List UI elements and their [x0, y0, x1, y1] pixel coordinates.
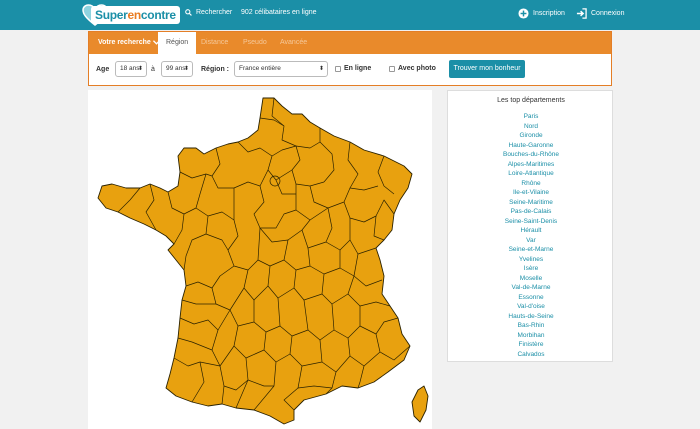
department-link[interactable]: Var [448, 236, 614, 246]
tab-avancee[interactable]: Avancée [272, 32, 315, 54]
search-icon [185, 9, 192, 16]
map-regions[interactable] [97, 97, 429, 425]
france-departments-map[interactable] [88, 90, 432, 429]
department-link[interactable]: Hauts-de-Seine [448, 312, 614, 322]
top-departments-list: Paris Nord Gironde Haute-Garonne Bouches-du-… [448, 112, 614, 359]
top-departments-title: Les top départements [497, 97, 565, 104]
department-link[interactable]: Morbihan [448, 331, 614, 341]
department-link[interactable]: Rhône [448, 179, 614, 189]
department-link[interactable]: Essonne [448, 293, 614, 303]
inscription-link[interactable]: Inscription [518, 8, 565, 19]
top-departments-panel: Les top départements Paris Nord Gironde Hau… [447, 90, 613, 362]
age-min-select[interactable]: 18 ans ⬍ [115, 61, 147, 77]
department-link[interactable]: Calvados [448, 350, 614, 360]
age-min-value: 18 ans [120, 65, 140, 72]
online-checkbox-box[interactable] [335, 65, 341, 72]
department-link[interactable]: Isère [448, 264, 614, 274]
find-match-button[interactable]: Trouver mon bonheur [449, 60, 525, 78]
online-count: 902 célibataires en ligne [241, 9, 317, 16]
logo[interactable]: Superencontre [82, 3, 180, 27]
connexion-link[interactable]: Connexion [576, 8, 624, 19]
select-arrows-icon: ⬍ [137, 66, 143, 72]
tab-region[interactable]: Région [158, 32, 197, 54]
search-tabs: Votre recherche Région Distance Pseudo A… [89, 32, 611, 54]
department-link[interactable]: Val-d'oise [448, 302, 614, 312]
department-link[interactable]: Bas-Rhin [448, 321, 614, 331]
photo-checkbox[interactable]: Avec photo [389, 65, 436, 72]
nav-search-link[interactable]: Rechercher [185, 9, 232, 16]
corsica-outline[interactable] [411, 385, 429, 423]
connexion-label: Connexion [591, 10, 625, 17]
votre-recherche-dropdown[interactable]: Votre recherche [98, 39, 160, 46]
department-link[interactable]: Paris [448, 112, 614, 122]
online-checkbox[interactable]: En ligne [335, 65, 371, 72]
department-link[interactable]: Yvelines [448, 255, 614, 265]
photo-checkbox-box[interactable] [389, 65, 395, 72]
age-max-select[interactable]: 99 ans ⬍ [161, 61, 193, 77]
department-link[interactable]: Haute-Garonne [448, 141, 614, 151]
online-checkbox-label: En ligne [344, 65, 372, 72]
region-select[interactable]: France entière ⬍ [234, 61, 328, 77]
select-arrows-icon: ⬍ [183, 66, 189, 72]
department-link[interactable]: Hérault [448, 226, 614, 236]
department-link[interactable]: Seine-et-Marne [448, 245, 614, 255]
department-link[interactable]: Seine-Maritime [448, 198, 614, 208]
photo-checkbox-label: Avec photo [398, 65, 436, 72]
logo-text-main: Super [95, 8, 128, 22]
department-link[interactable]: Alpes-Maritimes [448, 160, 614, 170]
nav-search-label: Rechercher [196, 9, 233, 16]
inscription-label: Inscription [533, 10, 565, 17]
region-value: France entière [239, 65, 281, 72]
department-link[interactable]: Moselle [448, 274, 614, 284]
department-link[interactable]: Seine-Saint-Denis [448, 217, 614, 227]
age-separator: à [151, 66, 155, 73]
search-panel: Votre recherche Région Distance Pseudo A… [88, 31, 612, 86]
logo-text-accent: en [127, 8, 142, 22]
department-link[interactable]: Pas-de-Calais [448, 207, 614, 217]
votre-recherche-label: Votre recherche [98, 39, 151, 46]
age-label: Age [96, 66, 110, 73]
logo-text: Superencontre [91, 6, 180, 24]
age-max-value: 99 ans [166, 65, 186, 72]
plus-circle-icon [518, 8, 529, 19]
map-panel [88, 90, 432, 429]
logo-text-end: contre [140, 8, 176, 22]
sign-in-icon [576, 8, 587, 19]
department-link[interactable]: Finistère [448, 340, 614, 350]
region-label: Région : [201, 66, 229, 73]
top-navbar: Superencontre Rechercher 902 célibataire… [0, 0, 700, 30]
tab-distance[interactable]: Distance [193, 32, 236, 54]
department-link[interactable]: Nord [448, 122, 614, 132]
search-filters: Age 18 ans ⬍ à 99 ans ⬍ Région : France … [89, 54, 611, 85]
department-link[interactable]: Bouches-du-Rhône [448, 150, 614, 160]
department-link[interactable]: Ile-et-Vilaine [448, 188, 614, 198]
department-link[interactable]: Val-de-Marne [448, 283, 614, 293]
france-outline[interactable] [97, 97, 413, 425]
tab-pseudo[interactable]: Pseudo [235, 32, 275, 54]
select-arrows-icon: ⬍ [318, 66, 324, 72]
department-link[interactable]: Loire-Atlantique [448, 169, 614, 179]
department-link[interactable]: Gironde [448, 131, 614, 141]
